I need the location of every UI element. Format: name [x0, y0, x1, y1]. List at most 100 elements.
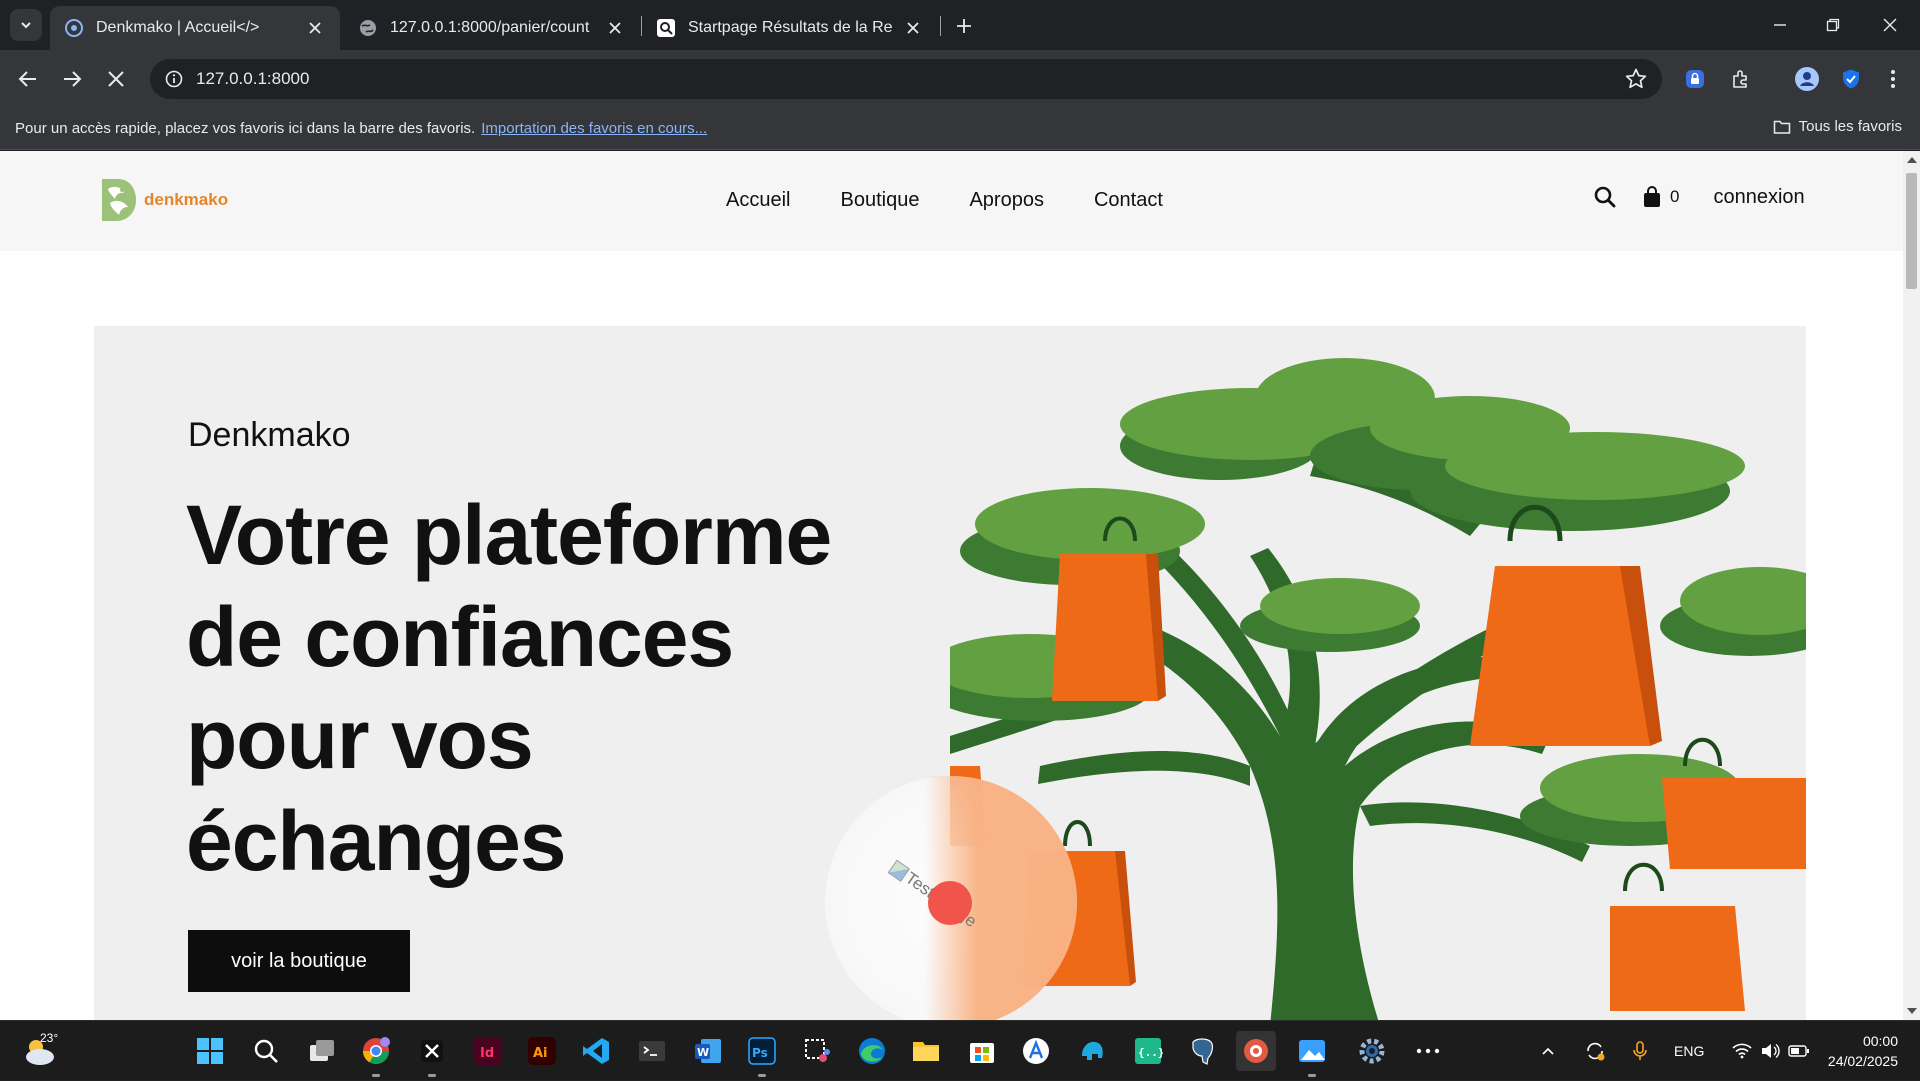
- taskbar-microsoft-store[interactable]: [962, 1031, 1002, 1071]
- taskbar-illustrator[interactable]: Ai: [522, 1031, 562, 1071]
- taskbar-app-brackets[interactable]: {..}: [1128, 1031, 1168, 1071]
- taskbar-screen-recorder[interactable]: [1236, 1031, 1276, 1071]
- address-bar[interactable]: 127.0.0.1:8000: [150, 59, 1662, 99]
- login-link[interactable]: connexion: [1713, 186, 1804, 209]
- word-icon: W: [695, 1039, 721, 1063]
- taskbar-photoshop[interactable]: Ps: [742, 1031, 782, 1077]
- tab-startpage[interactable]: Startpage Résultats de la Recherche: [642, 6, 938, 50]
- app-x-icon: [421, 1040, 443, 1062]
- nav-contact[interactable]: Contact: [1094, 189, 1163, 212]
- taskbar-postgresql[interactable]: [1182, 1031, 1222, 1071]
- taskbar-clock[interactable]: 00:00 24/02/2025: [1828, 1031, 1898, 1071]
- restore-button[interactable]: [1813, 10, 1853, 40]
- search-icon[interactable]: [1593, 185, 1617, 209]
- shopping-bag-icon[interactable]: [1642, 186, 1662, 208]
- bookmarks-prompt-text: Pour un accès rapide, placez vos favoris…: [15, 120, 476, 137]
- main-navigation: Accueil Boutique Apropos Contact: [726, 189, 1163, 212]
- stop-loading-button[interactable]: [100, 63, 132, 95]
- search-icon: [254, 1039, 278, 1063]
- extensions-icon[interactable]: [1727, 65, 1755, 93]
- show-hidden-icons-chevron-icon[interactable]: [1540, 1043, 1556, 1059]
- close-tab-icon[interactable]: [902, 17, 924, 39]
- forward-button[interactable]: [56, 63, 88, 95]
- system-tray: ENG: [1540, 1021, 1810, 1081]
- tab-title: 127.0.0.1:8000/panier/count: [390, 19, 590, 36]
- back-button[interactable]: [12, 63, 44, 95]
- start-button[interactable]: [190, 1031, 230, 1071]
- cart-count: 0: [1670, 187, 1680, 206]
- taskbar-settings[interactable]: [1352, 1031, 1392, 1071]
- taskbar-terminal[interactable]: [632, 1031, 672, 1071]
- site-favicon-icon: [65, 19, 83, 37]
- taskbar-photos[interactable]: [1292, 1031, 1332, 1077]
- all-bookmarks-button[interactable]: Tous les favoris: [1773, 118, 1902, 135]
- site-info-icon[interactable]: [162, 67, 186, 91]
- nav-apropos[interactable]: Apropos: [969, 189, 1044, 212]
- arrow-right-icon: [64, 71, 82, 87]
- taskbar-edge[interactable]: [852, 1031, 892, 1071]
- hero-title-line: échanges: [186, 794, 567, 888]
- globe-icon: [360, 20, 376, 36]
- clock-time: 00:00: [1862, 1033, 1898, 1049]
- import-bookmarks-link[interactable]: Importation des favoris en cours...: [481, 120, 707, 137]
- scrollbar-thumb[interactable]: [1906, 173, 1917, 289]
- hero-title-line: pour vos: [186, 692, 534, 786]
- terminal-icon: [639, 1041, 665, 1061]
- page-scrollbar[interactable]: [1903, 151, 1920, 1020]
- tab-search-button[interactable]: [10, 9, 42, 41]
- scroll-up-arrow[interactable]: [1907, 157, 1917, 163]
- sync-icon[interactable]: [1584, 1040, 1606, 1062]
- language-indicator[interactable]: ENG: [1674, 1043, 1704, 1059]
- svg-text:{..}: {..}: [1138, 1046, 1163, 1059]
- scroll-down-arrow[interactable]: [1907, 1008, 1917, 1014]
- tab-title: Denkmako | Accueil</>: [96, 19, 260, 36]
- illustrator-icon: Ai: [528, 1037, 556, 1065]
- taskbar-app-terminal-x[interactable]: [412, 1031, 452, 1077]
- site-logo[interactable]: denkmako: [98, 177, 228, 223]
- tab-denkmako[interactable]: Denkmako | Accueil</>: [50, 6, 340, 50]
- close-icon: [1883, 18, 1897, 32]
- snipping-tool-icon: [805, 1039, 830, 1062]
- chevron-down-icon: [21, 22, 31, 29]
- shield-extension-icon[interactable]: [1837, 65, 1865, 93]
- click-indicator: [928, 881, 972, 925]
- taskbar-file-explorer[interactable]: [906, 1031, 946, 1071]
- taskbar-app-a[interactable]: [1016, 1031, 1056, 1071]
- app-a-icon: [1023, 1038, 1049, 1064]
- shopping-tree-illustration: [950, 358, 1806, 1020]
- bookmarks-bar-prompt: Pour un accès rapide, placez vos favoris…: [15, 120, 707, 137]
- close-window-button[interactable]: [1870, 10, 1910, 40]
- new-tab-button[interactable]: [950, 12, 978, 40]
- bookmark-star-icon[interactable]: [1624, 67, 1648, 91]
- battery-icon[interactable]: [1788, 1044, 1810, 1058]
- browser-menu-icon[interactable]: [1879, 65, 1907, 93]
- plus-icon: [957, 19, 971, 33]
- wifi-icon[interactable]: [1732, 1043, 1752, 1059]
- edge-icon: [859, 1038, 885, 1064]
- profile-avatar-icon[interactable]: [1793, 65, 1821, 93]
- close-tab-icon[interactable]: [604, 17, 626, 39]
- task-view-button[interactable]: [302, 1031, 342, 1071]
- tab-title: Startpage Résultats de la Recherche: [688, 19, 892, 36]
- taskbar-indesign[interactable]: Id: [468, 1031, 508, 1071]
- taskbar-word[interactable]: W: [688, 1031, 728, 1071]
- volume-icon[interactable]: [1760, 1043, 1781, 1059]
- taskbar-snipping-tool[interactable]: [797, 1031, 837, 1071]
- weather-widget[interactable]: 23°: [20, 1031, 60, 1071]
- close-tab-icon[interactable]: [304, 17, 326, 39]
- tab-panier-count[interactable]: 127.0.0.1:8000/panier/count: [344, 6, 640, 50]
- nav-boutique[interactable]: Boutique: [840, 189, 919, 212]
- password-manager-extension-icon[interactable]: [1681, 65, 1709, 93]
- folder-icon: [913, 1042, 939, 1061]
- minimize-button[interactable]: [1760, 10, 1800, 40]
- svg-text:Ai: Ai: [533, 1046, 548, 1061]
- taskbar-search-button[interactable]: [246, 1031, 286, 1071]
- taskbar-vscode[interactable]: [576, 1031, 616, 1071]
- microphone-icon[interactable]: [1632, 1040, 1648, 1062]
- shop-cta-button[interactable]: voir la boutique: [188, 930, 410, 992]
- taskbar-app-blue-animal[interactable]: [1072, 1031, 1112, 1071]
- nav-accueil[interactable]: Accueil: [726, 189, 790, 212]
- taskbar-more-button[interactable]: [1408, 1031, 1448, 1071]
- taskbar-chrome[interactable]: [356, 1031, 396, 1077]
- shopping-bag-illustration: [1662, 737, 1806, 869]
